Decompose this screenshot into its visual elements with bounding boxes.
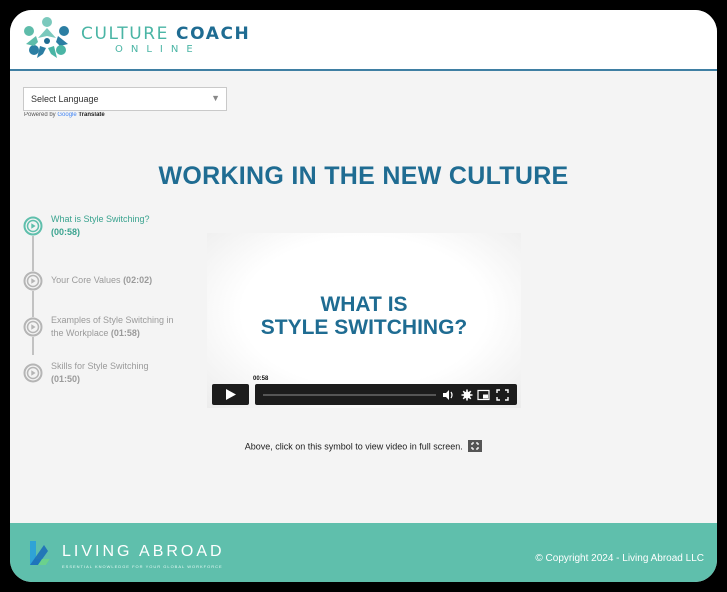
footer-brand[interactable]: LIVING ABROAD bbox=[62, 543, 225, 560]
video-control-icons bbox=[443, 389, 509, 401]
powered-prefix: Powered by bbox=[24, 112, 56, 118]
powered-by-google-translate[interactable]: Powered by Google Translate bbox=[24, 112, 105, 119]
video-title-card: WHAT IS STYLE SWITCHING? bbox=[207, 293, 521, 339]
google-logo-text: Google bbox=[57, 112, 77, 118]
chapter-duration: (00:58) bbox=[51, 227, 81, 237]
fullscreen-symbol-icon bbox=[468, 440, 483, 452]
play-circle-icon bbox=[23, 271, 43, 291]
app-frame: CULTURE COACH ONLINE Select Language ▼ P… bbox=[10, 10, 717, 582]
chapter-list: What is Style Switching? (00:58) Your Co… bbox=[23, 210, 203, 384]
page-title: WORKING IN THE NEW CULTURE bbox=[158, 162, 569, 190]
brand-wordmark[interactable]: CULTURE COACH ONLINE bbox=[81, 25, 250, 56]
chapter-label: What is Style Switching? bbox=[51, 214, 150, 224]
footer-tagline: ESSENTIAL KNOWLEDGE FOR YOUR GLOBAL WORK… bbox=[62, 564, 223, 569]
language-select-value: Select Language bbox=[31, 94, 99, 104]
language-select[interactable]: Select Language ▼ bbox=[23, 87, 227, 111]
video-control-bar bbox=[255, 384, 517, 405]
copyright-text: © Copyright 2024 - Living Abroad LLC bbox=[535, 553, 704, 564]
play-circle-icon bbox=[23, 317, 43, 337]
chapter-label: Skills for Style Switching bbox=[51, 361, 149, 371]
chapter-duration: (01:58) bbox=[110, 328, 140, 338]
play-circle-icon bbox=[23, 216, 43, 236]
fullscreen-note-text: Above, click on this symbol to view vide… bbox=[244, 441, 463, 452]
fullscreen-icon[interactable] bbox=[496, 389, 509, 401]
video-progress-track[interactable] bbox=[263, 394, 436, 396]
video-player[interactable]: WHAT IS STYLE SWITCHING? 00:58 bbox=[207, 233, 521, 408]
video-time: 00:58 bbox=[253, 376, 269, 382]
site-header: CULTURE COACH ONLINE bbox=[10, 10, 717, 71]
play-button[interactable] bbox=[212, 384, 249, 405]
brand-online: ONLINE bbox=[115, 44, 201, 55]
play-icon bbox=[226, 389, 236, 400]
volume-icon[interactable] bbox=[443, 390, 453, 400]
translate-text: Translate bbox=[78, 112, 105, 118]
brand-culture: CULTURE bbox=[81, 24, 170, 44]
site-footer: LIVING ABROAD ESSENTIAL KNOWLEDGE FOR YO… bbox=[10, 523, 717, 582]
living-abroad-logo-icon[interactable] bbox=[24, 537, 56, 569]
video-title-line2: STYLE SWITCHING? bbox=[260, 316, 468, 339]
chapter-label: Your Core Values bbox=[51, 275, 121, 285]
chapter-duration: (01:50) bbox=[51, 374, 81, 384]
video-title-line1: WHAT IS bbox=[320, 293, 408, 316]
brand-coach: COACH bbox=[176, 24, 251, 44]
people-circle-logo-icon[interactable] bbox=[20, 14, 74, 64]
play-circle-icon bbox=[23, 363, 43, 383]
chapter-duration: (02:02) bbox=[123, 275, 153, 285]
gear-icon[interactable] bbox=[461, 389, 473, 401]
chevron-down-icon: ▼ bbox=[211, 93, 220, 103]
fullscreen-note: Above, click on this symbol to view vide… bbox=[10, 440, 717, 453]
picture-in-picture-icon[interactable] bbox=[477, 389, 490, 401]
